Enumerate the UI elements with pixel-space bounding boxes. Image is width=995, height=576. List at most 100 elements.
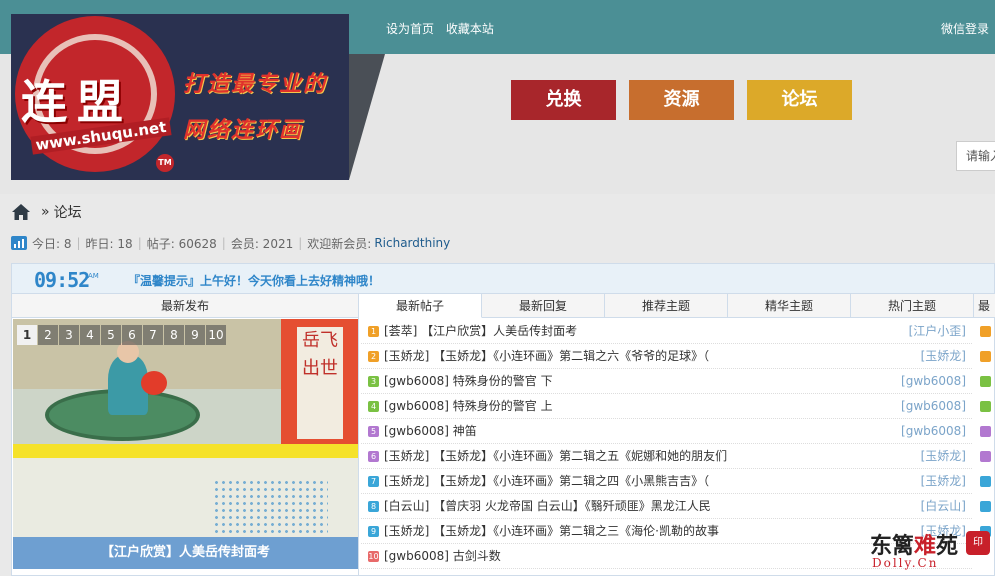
stat-welcome-label: 欢迎新会员: [307,236,372,251]
tab-hot[interactable]: 热门主题 [851,294,974,318]
breadcrumb: » 论坛 [11,200,82,224]
post-author[interactable]: [江户小歪] [909,319,966,344]
post-author[interactable]: [玉娇龙] [921,469,966,494]
set-homepage-link[interactable]: 设为首页 [386,22,434,36]
slide-panel-text: 岳飞出世 [297,327,343,439]
post-row[interactable]: 7 [玉娇龙] 【玉娇龙】《小连环画》第二辑之四《小黑熊吉吉》（ [玉娇龙] [361,469,972,494]
rank-badge: 10 [368,550,379,562]
post-tabs: 最新帖子 最新回复 推荐主题 精华主题 热门主题 最 [359,294,995,318]
tab-recommended[interactable]: 推荐主题 [605,294,728,318]
post-row[interactable]: 8 [白云山] 【曾庆羽 火龙帝国 白云山】《翳歼顽匪》黑龙江人民 [白云山] [361,494,972,519]
breadcrumb-current[interactable]: 论坛 [54,202,82,222]
slide-page-button[interactable]: 5 [101,325,121,345]
post-row[interactable]: 2 [玉娇龙] 【玉娇龙】《小连环画》第二辑之六《爷爷的足球》（ [玉娇龙] [361,344,972,369]
slide-page-button[interactable]: 9 [185,325,205,345]
tab-latest-posts[interactable]: 最新帖子 [359,294,482,318]
wechat-login-link[interactable]: 微信登录 [941,20,989,37]
forum-content: 最新发布 岳飞出世 1 2 3 4 5 6 7 8 9 10 【江户欣赏】人美岳传封面考 最新帖子… [11,293,995,576]
post-author[interactable]: [gwb6008] [901,419,966,444]
adjacent-rank-badge [980,401,991,412]
post-title[interactable]: [gwb6008] 古剑斗数 [384,544,501,569]
slide-page-button[interactable]: 6 [122,325,142,345]
stat-yesterday: 昨日: 18 [85,236,133,251]
slide-pager: 1 2 3 4 5 6 7 8 9 10 [17,325,226,345]
post-title[interactable]: [玉娇龙] 【玉娇龙】《小连环画》第二辑之四《小黑熊吉吉》（ [384,469,709,494]
site-logo[interactable]: 连盟 www.shuqu.net TM 打造最专业的 网络连环画 [11,14,349,180]
adjacent-rank-badge [980,451,991,462]
rank-badge: 9 [368,525,379,537]
post-title[interactable]: [荟萃] 【江户欣赏】人美岳传封面考 [384,319,577,344]
slide-caption[interactable]: 【江户欣赏】人美岳传封面考 [13,537,358,569]
home-icon[interactable] [11,203,31,221]
slide-page-button[interactable]: 8 [164,325,184,345]
watermark-seal: 印 [966,531,990,555]
stat-members: 会员: 2021 [230,236,294,251]
clock-display: 09:52 [34,268,90,292]
post-row[interactable]: 6 [玉娇龙] 【玉娇龙】《小连环画》第二辑之五《妮娜和她的朋友们 [玉娇龙] [361,444,972,469]
post-author[interactable]: [gwb6008] [901,394,966,419]
slide-page-button[interactable]: 3 [59,325,79,345]
slide-page-button[interactable]: 7 [143,325,163,345]
logo-main-text: 连盟 [21,75,133,129]
post-author[interactable]: [玉娇龙] [921,444,966,469]
post-title[interactable]: [玉娇龙] 【玉娇龙】《小连环画》第二辑之三《海伦·凯勒的故事 [384,519,719,544]
newest-member-link[interactable]: Richardthiny [374,236,450,250]
post-row[interactable]: 1 [荟萃] 【江户欣赏】人美岳传封面考 [江户小歪] [361,319,972,344]
rank-badge: 1 [368,325,379,337]
rank-badge: 2 [368,350,379,362]
rank-badge: 5 [368,425,379,437]
slide-page-button[interactable]: 10 [206,325,226,345]
nav-resources-button[interactable]: 资源 [629,80,734,120]
slide-page-button[interactable]: 2 [38,325,58,345]
slide-page-button[interactable]: 1 [17,325,37,345]
post-row[interactable]: 3 [gwb6008] 特殊身份的警官 下 [gwb6008] [361,369,972,394]
post-row[interactable]: 5 [gwb6008] 神笛 [gwb6008] [361,419,972,444]
top-links: 设为首页 收藏本站 [386,20,502,37]
rank-badge: 7 [368,475,379,487]
rank-badge: 3 [368,375,379,387]
logo-slogan-line1: 打造最专业的 [183,71,328,97]
post-title[interactable]: [玉娇龙] 【玉娇龙】《小连环画》第二辑之五《妮娜和她的朋友们 [384,444,727,469]
post-title[interactable]: [玉娇龙] 【玉娇龙】《小连环画》第二辑之六《爷爷的足球》（ [384,344,709,369]
greeting-message: 『温馨提示』上午好！今天你看上去好精神哦！ [128,274,381,288]
post-title[interactable]: [白云山] 【曾庆羽 火龙帝国 白云山】《翳歼顽匪》黑龙江人民 [384,494,711,519]
post-row[interactable]: 4 [gwb6008] 特殊身份的警官 上 [gwb6008] [361,394,972,419]
post-title[interactable]: [gwb6008] 神笛 [384,419,477,444]
bookmark-site-link[interactable]: 收藏本站 [446,22,494,36]
tab-latest-replies[interactable]: 最新回复 [482,294,605,318]
stats-chart-icon [11,236,27,250]
nav-exchange-button[interactable]: 兑换 [511,80,616,120]
tab-digest[interactable]: 精华主题 [728,294,851,318]
greeting-bar: 09:52 AM 『温馨提示』上午好！今天你看上去好精神哦！ [11,263,995,294]
featured-slideshow[interactable]: 岳飞出世 [13,319,358,569]
header-divider-wedge [349,54,385,180]
logo-slogan-line2: 网络连环画 [183,117,304,143]
nav-forum-button[interactable]: 论坛 [747,80,852,120]
adjacent-list-stub [972,319,995,551]
adjacent-rank-badge [980,501,991,512]
stat-posts: 帖子: 60628 [146,236,217,251]
stat-today: 今日: 8 [32,236,72,251]
clock-ampm: AM [88,272,99,280]
logo-trademark: TM [156,154,174,172]
post-title[interactable]: [gwb6008] 特殊身份的警官 上 [384,394,553,419]
rank-badge: 4 [368,400,379,412]
post-author[interactable]: [玉娇龙] [921,344,966,369]
search-input[interactable]: 请输入 [956,141,995,171]
rank-badge: 6 [368,450,379,462]
post-title[interactable]: [gwb6008] 特殊身份的警官 下 [384,369,553,394]
slide-page-button[interactable]: 4 [80,325,100,345]
adjacent-rank-badge [980,351,991,362]
tab-more[interactable]: 最 [974,294,994,318]
watermark-url: Dolly.Cn [872,556,939,570]
adjacent-rank-badge [980,376,991,387]
forum-stats: 今日: 8 | 昨日: 18 | 帖子: 60628 | 会员: 2021 | … [11,234,450,252]
latest-publish-heading: 最新发布 [12,294,358,318]
adjacent-rank-badge [980,426,991,437]
watermark-text-c: 苑 [936,533,959,559]
breadcrumb-separator: » [41,204,50,220]
adjacent-rank-badge [980,476,991,487]
post-author[interactable]: [白云山] [921,494,966,519]
post-author[interactable]: [gwb6008] [901,369,966,394]
rank-badge: 8 [368,500,379,512]
